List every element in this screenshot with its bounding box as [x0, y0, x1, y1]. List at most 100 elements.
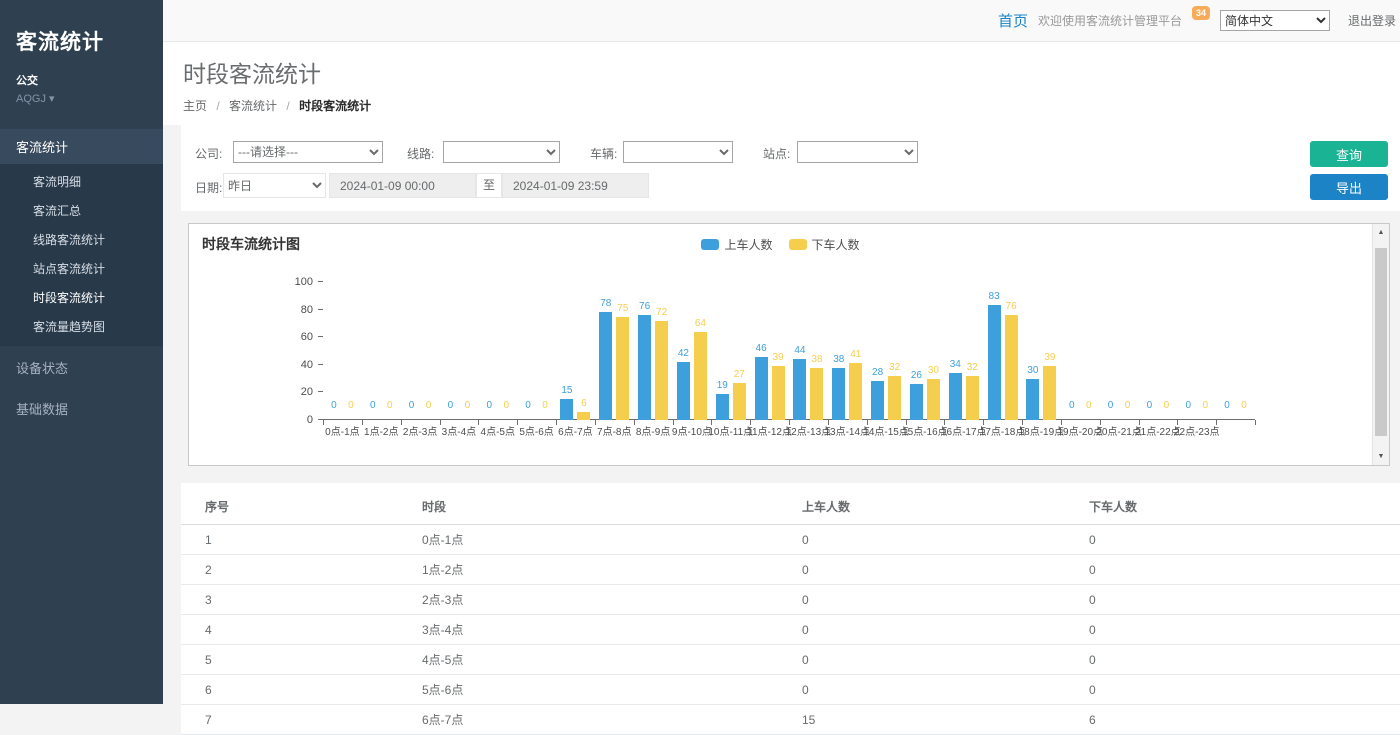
table-cell: 0点-1点 [414, 525, 794, 555]
y-axis-tick [318, 336, 323, 337]
scroll-down-icon[interactable]: ▼ [1373, 449, 1389, 464]
table-cell: 0 [794, 645, 1081, 675]
station-select[interactable] [797, 141, 918, 163]
bar-boarding [910, 384, 923, 420]
bar-value-label: 0 [1229, 400, 1259, 411]
table-cell: 4 [181, 615, 414, 645]
table-row: 43点-4点00 [181, 615, 1400, 645]
date-separator: 至 [476, 173, 502, 198]
data-table: 序号 时段 上车人数 下车人数 10点-1点0021点-2点0032点-3点00… [181, 489, 1400, 735]
bar-boarding [1026, 379, 1039, 420]
breadcrumb-passenger-stats[interactable]: 客流统计 [229, 99, 277, 113]
bar-alighting [888, 376, 901, 420]
table-cell: 2 [181, 555, 414, 585]
table-cell: 5点-6点 [414, 675, 794, 705]
bar-alighting [810, 368, 823, 420]
table-cell: 6点-7点 [414, 705, 794, 735]
table-cell: 7 [181, 705, 414, 735]
sidebar-item-passenger-stats[interactable]: 客流统计 [0, 129, 163, 164]
table-cell: 1点-2点 [414, 555, 794, 585]
table-header-row: 序号 时段 上车人数 下车人数 [181, 489, 1400, 525]
breadcrumb-home[interactable]: 主页 [183, 99, 207, 113]
table-cell: 15 [794, 705, 1081, 735]
date-preset-select[interactable]: 昨日 [223, 173, 326, 198]
app-title: 客流统计 [16, 31, 104, 54]
sidebar-item-passenger-summary[interactable]: 客流汇总 [0, 196, 163, 225]
org-name: 公交 [16, 72, 163, 88]
y-axis-label: 20 [273, 386, 313, 398]
company-label: 公司: [195, 145, 222, 162]
notification-badge[interactable]: 34 [1192, 6, 1210, 20]
y-axis-label: 60 [273, 331, 313, 343]
table-cell: 0 [794, 675, 1081, 705]
sidebar-item-line-stats[interactable]: 线路客流统计 [0, 225, 163, 254]
table-row: 65点-6点00 [181, 675, 1400, 705]
scroll-thumb[interactable] [1375, 248, 1387, 436]
table-row: 54点-5点00 [181, 645, 1400, 675]
bar-boarding [793, 359, 806, 420]
bar-value-label: 0 [452, 400, 482, 411]
bar-value-label: 0 [375, 400, 405, 411]
y-axis-tick [318, 364, 323, 365]
x-axis-label: 22点-23点 [1167, 423, 1227, 438]
table-cell: 6 [1081, 705, 1400, 735]
bar-alighting [733, 383, 746, 420]
export-button[interactable]: 导出 [1310, 174, 1388, 200]
bar-boarding [949, 373, 962, 420]
bar-alighting [772, 366, 785, 420]
sidebar-item-station-stats[interactable]: 站点客流统计 [0, 254, 163, 283]
table-panel: 序号 时段 上车人数 下车人数 10点-1点0021点-2点0032点-3点00… [181, 483, 1400, 735]
bar-value-label: 39 [1035, 352, 1065, 363]
date-from-input[interactable] [329, 173, 476, 198]
sidebar-item-base-data[interactable]: 基础数据 [0, 389, 163, 428]
brand: 客流统计 [0, 0, 163, 56]
org-code-label: AQGJ [16, 93, 46, 105]
logout-link[interactable]: 退出登录 [1348, 12, 1396, 29]
caret-down-icon: ▾ [49, 93, 55, 105]
station-label: 站点: [763, 145, 790, 162]
table-cell: 0 [1081, 555, 1400, 585]
breadcrumb: 主页 / 客流统计 / 时段客流统计 [183, 97, 1400, 114]
bar-boarding [716, 394, 729, 420]
vehicle-select[interactable] [623, 141, 733, 163]
chart-plot: 0204060801000000001578764219464438282634… [189, 224, 1374, 420]
y-axis-label: 100 [273, 276, 313, 288]
welcome-text: 欢迎使用客流统计管理平台 [1038, 12, 1182, 29]
table-header-alighting: 下车人数 [1081, 489, 1400, 525]
bar-value-label: 38 [802, 354, 832, 365]
sidebar-item-passenger-detail[interactable]: 客流明细 [0, 167, 163, 196]
date-to-input[interactable] [502, 173, 649, 198]
bar-value-label: 0 [1190, 400, 1220, 411]
bar-alighting [849, 363, 862, 420]
sidebar-item-period-stats[interactable]: 时段客流统计 [0, 283, 163, 312]
table-row: 32点-3点00 [181, 585, 1400, 615]
home-link[interactable]: 首页 [998, 10, 1028, 31]
bar-value-label: 15 [552, 385, 582, 396]
bar-value-label: 0 [530, 400, 560, 411]
table-header-index: 序号 [181, 489, 414, 525]
query-button[interactable]: 查询 [1310, 141, 1388, 167]
scroll-up-icon[interactable]: ▲ [1373, 225, 1389, 240]
passenger-stats-submenu: 客流明细 客流汇总 线路客流统计 站点客流统计 时段客流统计 客流量趋势图 [0, 164, 163, 346]
table-cell: 2点-3点 [414, 585, 794, 615]
table-cell: 0 [1081, 675, 1400, 705]
sidebar-item-trend-chart[interactable]: 客流量趋势图 [0, 312, 163, 341]
chart-scrollbar[interactable]: ▲ ▼ [1372, 224, 1389, 465]
bar-value-label: 39 [763, 352, 793, 363]
breadcrumb-current: 时段客流统计 [299, 99, 371, 113]
bar-alighting [577, 412, 590, 420]
table-cell: 1 [181, 525, 414, 555]
org-code-dropdown[interactable]: AQGJ ▾ [16, 92, 163, 105]
bar-value-label: 6 [569, 398, 599, 409]
y-axis-tick [318, 419, 323, 420]
chart-panel: 时段车流统计图 上车人数 下车人数 0204060801000000001578… [188, 223, 1390, 466]
bar-value-label: 41 [841, 349, 871, 360]
language-select[interactable]: 简体中文 [1220, 10, 1330, 31]
table-row: 10点-1点00 [181, 525, 1400, 555]
sidebar-item-device-status[interactable]: 设备状态 [0, 348, 163, 387]
line-select[interactable] [443, 141, 560, 163]
bar-value-label: 0 [491, 400, 521, 411]
company-select[interactable]: ---请选择--- [233, 141, 383, 163]
bar-alighting [927, 379, 940, 420]
table-row: 21点-2点00 [181, 555, 1400, 585]
